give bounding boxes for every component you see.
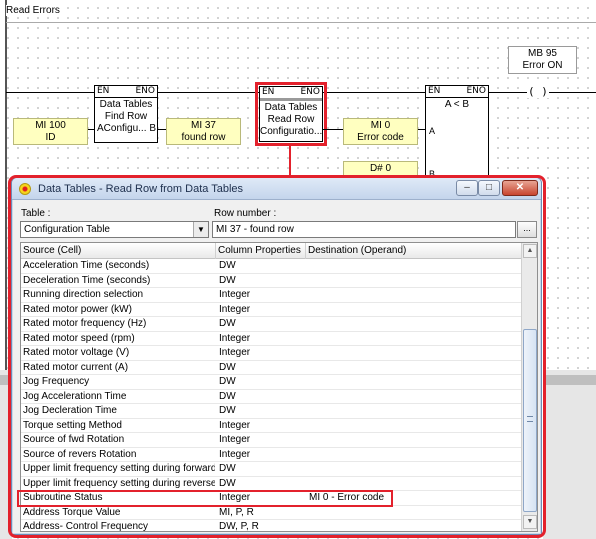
wire-mi0 [323,129,343,130]
find-row-block[interactable]: EN ENO Data Tables Find Row AConfigu... B [94,85,158,143]
operand-name: MI 37 [190,120,216,131]
en-label: EN [97,86,110,96]
callout-line [289,146,291,177]
wire-a-in [88,129,94,130]
net-divider [6,22,596,23]
compare-block[interactable]: EN ENO A < B A B [425,85,489,179]
fb-line: Find Row [104,111,148,122]
network-title: Read Errors [6,5,63,16]
eno-label: ENO [466,86,486,96]
fb-line: Data Tables [99,99,153,110]
operand-name: MB 95 [528,48,557,59]
coil-operand[interactable]: MB 95 Error ON [508,46,577,74]
operand-desc: ID [45,132,56,143]
lower-panel [543,370,596,539]
fb-line: A < B [444,99,470,110]
operand-name: MI 0 [370,120,391,131]
operand-mi0[interactable]: MI 0 Error code [343,118,418,145]
operand-name: MI 100 [35,120,66,131]
operand-desc: Error code [357,132,404,143]
pin-a: A [429,126,436,136]
dialog-highlight-frame [8,175,546,538]
rung-wire [6,92,429,93]
operand-desc: found row [181,132,226,143]
operand-mi100[interactable]: MI 100 ID [13,118,88,145]
fb-input-config: AConfigu... [97,123,147,134]
lower-panel-bar [543,375,596,385]
operand-mi37[interactable]: MI 37 found row [166,118,241,145]
coil-symbol[interactable]: ( ) [527,85,549,98]
selection-highlight [255,82,327,146]
operand-name: D# 0 [369,163,392,174]
fb-pin-b: B [149,123,156,134]
wire-b-out [158,129,166,130]
eno-label: ENO [135,86,155,96]
operand-desc: Error ON [522,60,563,71]
en-label: EN [428,86,441,96]
